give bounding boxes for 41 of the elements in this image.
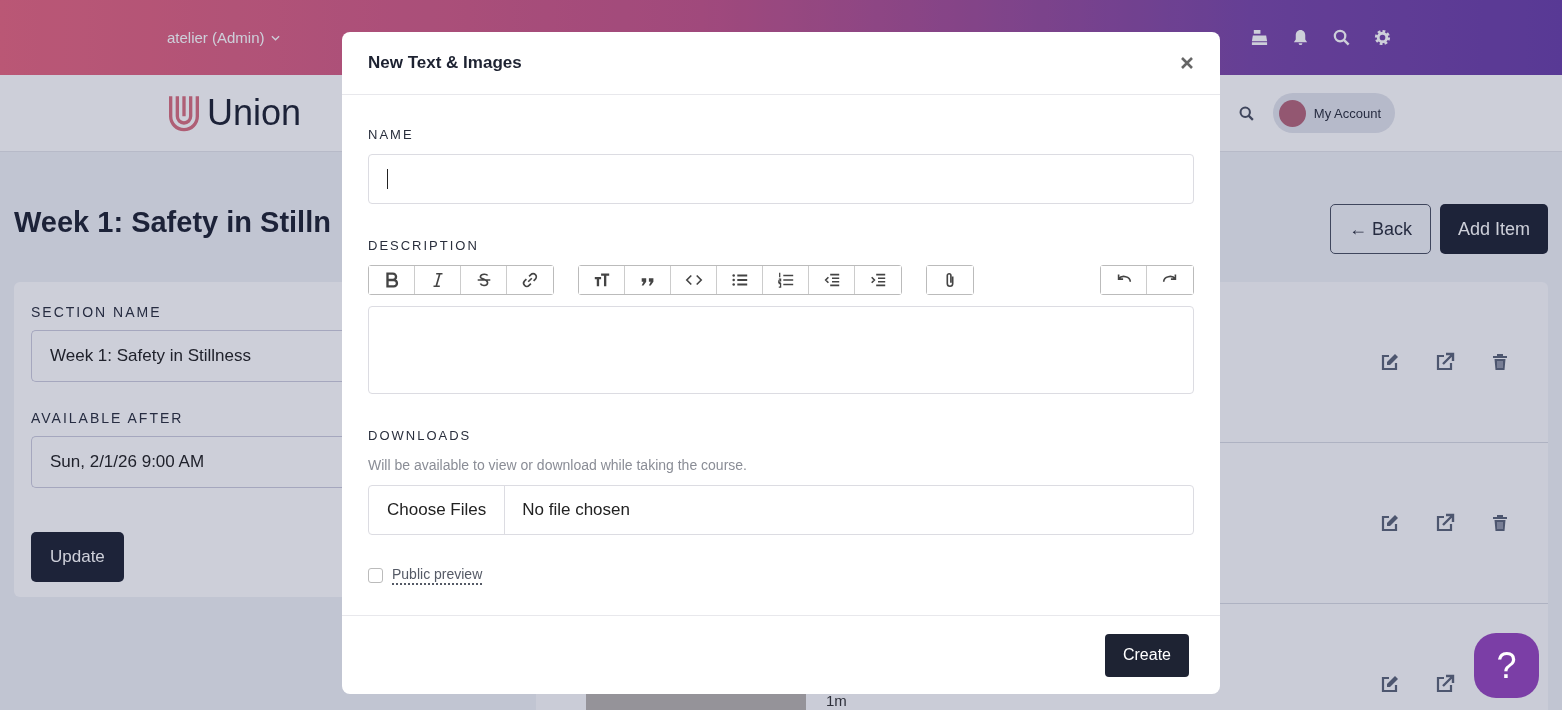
settings-icon[interactable] — [1373, 28, 1392, 47]
bell-icon[interactable] — [1291, 28, 1310, 47]
external-link-icon[interactable] — [1435, 352, 1455, 372]
add-item-button[interactable]: Add Item — [1439, 204, 1548, 254]
create-button[interactable]: Create — [1104, 633, 1189, 677]
search-icon[interactable] — [1332, 28, 1351, 47]
trash-icon[interactable] — [1490, 352, 1510, 372]
modal-title: New Text & Images — [368, 53, 522, 73]
name-input[interactable] — [368, 154, 1194, 204]
account-button[interactable]: My Account — [1272, 93, 1395, 133]
bold-icon[interactable] — [369, 266, 415, 294]
field-label: SECTION NAME — [31, 304, 163, 320]
external-link-icon[interactable] — [1435, 674, 1455, 694]
search-icon[interactable] — [1237, 104, 1255, 122]
trash-icon[interactable] — [1490, 513, 1510, 533]
field-label: NAME — [368, 127, 415, 142]
external-link-icon[interactable] — [1435, 513, 1455, 533]
chevron-down-icon — [270, 34, 280, 41]
field-label: AVAILABLE AFTER — [31, 410, 185, 426]
edit-icon[interactable] — [1380, 513, 1400, 533]
close-icon[interactable] — [1180, 56, 1194, 70]
public-preview-label[interactable]: Public preview — [392, 566, 483, 585]
logo-icon — [167, 93, 201, 133]
file-input[interactable]: Choose Files No file chosen — [368, 485, 1194, 535]
update-button[interactable]: Update — [31, 532, 124, 582]
avatar-placeholder — [1278, 99, 1306, 127]
field-label: DESCRIPTION — [368, 238, 480, 253]
checkbox[interactable] — [368, 568, 383, 583]
cash-register-icon[interactable] — [1250, 28, 1269, 47]
back-button[interactable]: ← Back — [1329, 204, 1431, 254]
undo-icon[interactable] — [1101, 266, 1147, 294]
heading-icon[interactable] — [579, 266, 625, 294]
downloads-hint: Will be available to view or download while taking the course. — [368, 457, 748, 473]
edit-icon[interactable] — [1380, 674, 1400, 694]
logo-text: Union — [207, 92, 302, 134]
duration-text: 1m — [826, 692, 847, 709]
attach-icon[interactable] — [927, 266, 973, 294]
page-title: Week 1: Safety in Stilln — [14, 205, 331, 239]
field-label: DOWNLOADS — [368, 428, 473, 443]
edit-icon[interactable] — [1380, 352, 1400, 372]
help-button[interactable]: ? — [1474, 633, 1539, 698]
